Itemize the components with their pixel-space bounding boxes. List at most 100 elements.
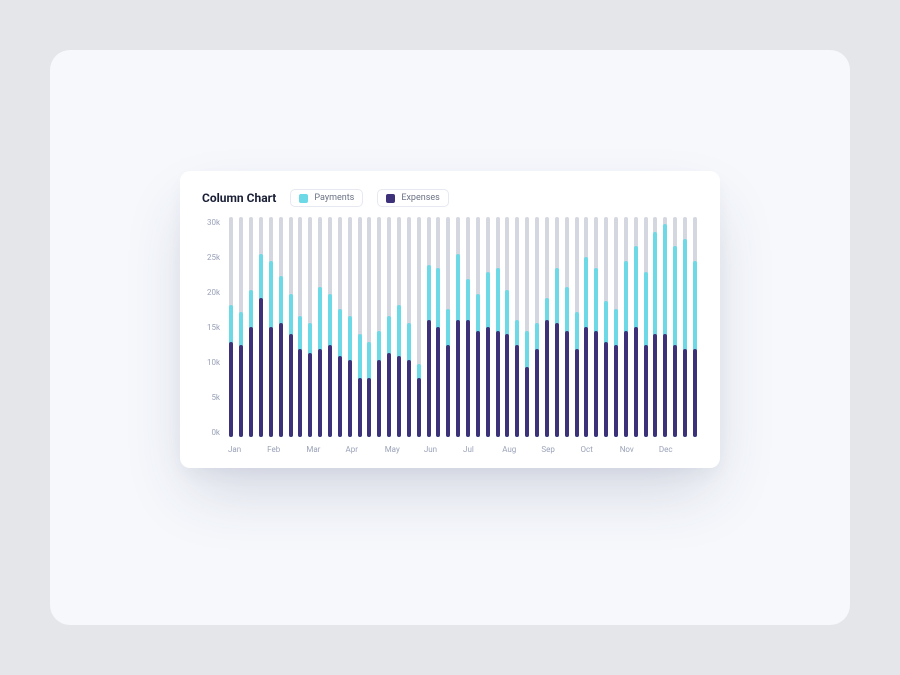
x-tick: May xyxy=(385,445,424,454)
bar-expenses xyxy=(476,331,480,437)
bar-expenses xyxy=(486,327,490,437)
bar-expenses xyxy=(308,353,312,437)
bar-column[interactable] xyxy=(238,217,245,437)
bar-expenses xyxy=(348,360,352,437)
chart-title: Column Chart xyxy=(202,191,276,205)
bar-column[interactable] xyxy=(603,217,610,437)
bar-expenses xyxy=(555,323,559,437)
bar-expenses xyxy=(397,356,401,437)
bar-column[interactable] xyxy=(445,217,452,437)
bar-column[interactable] xyxy=(563,217,570,437)
bar-expenses xyxy=(427,320,431,437)
bar-expenses xyxy=(436,327,440,437)
bar-column[interactable] xyxy=(484,217,491,437)
bar-column[interactable] xyxy=(386,217,393,437)
bar-column[interactable] xyxy=(691,217,698,437)
bar-expenses xyxy=(604,342,608,437)
bar-column[interactable] xyxy=(544,217,551,437)
y-tick: 10k xyxy=(202,359,220,367)
bar-column[interactable] xyxy=(405,217,412,437)
bar-expenses xyxy=(693,349,697,437)
bar-column[interactable] xyxy=(622,217,629,437)
bar-expenses xyxy=(683,349,687,437)
bar-column[interactable] xyxy=(455,217,462,437)
x-tick: Oct xyxy=(581,445,620,454)
bar-column[interactable] xyxy=(672,217,679,437)
bar-expenses xyxy=(634,327,638,437)
bar-column[interactable] xyxy=(258,217,265,437)
bar-expenses xyxy=(505,334,509,437)
bar-column[interactable] xyxy=(327,217,334,437)
bar-expenses xyxy=(338,356,342,437)
bar-expenses xyxy=(644,345,648,437)
bar-column[interactable] xyxy=(652,217,659,437)
chart-card: Column Chart Payments Expenses 30k25k20k… xyxy=(180,171,720,468)
bar-expenses xyxy=(407,360,411,437)
x-tick: Jan xyxy=(228,445,267,454)
legend-expenses[interactable]: Expenses xyxy=(377,189,448,207)
bar-column[interactable] xyxy=(553,217,560,437)
bar-column[interactable] xyxy=(425,217,432,437)
bar-column[interactable] xyxy=(317,217,324,437)
legend-payments-label: Payments xyxy=(314,193,354,203)
bar-column[interactable] xyxy=(356,217,363,437)
bar-expenses xyxy=(673,345,677,437)
bar-expenses xyxy=(318,349,322,437)
chart-header: Column Chart Payments Expenses xyxy=(202,189,698,207)
bar-column[interactable] xyxy=(396,217,403,437)
y-tick: 30k xyxy=(202,219,220,227)
bar-column[interactable] xyxy=(228,217,235,437)
bar-expenses xyxy=(279,323,283,437)
bar-expenses xyxy=(446,345,450,437)
bar-column[interactable] xyxy=(248,217,255,437)
bar-column[interactable] xyxy=(514,217,521,437)
bar-column[interactable] xyxy=(376,217,383,437)
bar-column[interactable] xyxy=(346,217,353,437)
bar-column[interactable] xyxy=(287,217,294,437)
bar-expenses xyxy=(239,345,243,437)
bar-expenses xyxy=(249,327,253,437)
bar-expenses xyxy=(653,334,657,437)
bar-column[interactable] xyxy=(297,217,304,437)
y-tick: 25k xyxy=(202,254,220,262)
bar-column[interactable] xyxy=(474,217,481,437)
bar-column[interactable] xyxy=(366,217,373,437)
legend-swatch-payments xyxy=(299,194,308,203)
page-card: Column Chart Payments Expenses 30k25k20k… xyxy=(50,50,850,625)
bar-column[interactable] xyxy=(415,217,422,437)
bar-expenses xyxy=(367,378,371,437)
bar-column[interactable] xyxy=(494,217,501,437)
bar-column[interactable] xyxy=(682,217,689,437)
bar-column[interactable] xyxy=(267,217,274,437)
legend-swatch-expenses xyxy=(386,194,395,203)
bar-expenses xyxy=(229,342,233,437)
bar-column[interactable] xyxy=(524,217,531,437)
bar-column[interactable] xyxy=(632,217,639,437)
bar-column[interactable] xyxy=(534,217,541,437)
bar-column[interactable] xyxy=(662,217,669,437)
bar-column[interactable] xyxy=(642,217,649,437)
bar-column[interactable] xyxy=(613,217,620,437)
bar-column[interactable] xyxy=(573,217,580,437)
x-tick: Mar xyxy=(306,445,345,454)
bar-expenses xyxy=(289,334,293,437)
bar-expenses xyxy=(456,320,460,437)
bar-expenses xyxy=(466,320,470,437)
x-tick: Jun xyxy=(424,445,463,454)
bar-expenses xyxy=(565,331,569,437)
x-tick: Feb xyxy=(267,445,306,454)
bar-column[interactable] xyxy=(435,217,442,437)
bar-expenses xyxy=(545,320,549,437)
bar-expenses xyxy=(269,327,273,437)
bar-column[interactable] xyxy=(277,217,284,437)
legend-payments[interactable]: Payments xyxy=(290,189,363,207)
bar-column[interactable] xyxy=(593,217,600,437)
y-tick: 0k xyxy=(202,429,220,437)
bar-column[interactable] xyxy=(465,217,472,437)
bar-column[interactable] xyxy=(583,217,590,437)
bar-column[interactable] xyxy=(336,217,343,437)
x-tick: Nov xyxy=(620,445,659,454)
bar-column[interactable] xyxy=(307,217,314,437)
bar-column[interactable] xyxy=(504,217,511,437)
bar-expenses xyxy=(417,378,421,437)
